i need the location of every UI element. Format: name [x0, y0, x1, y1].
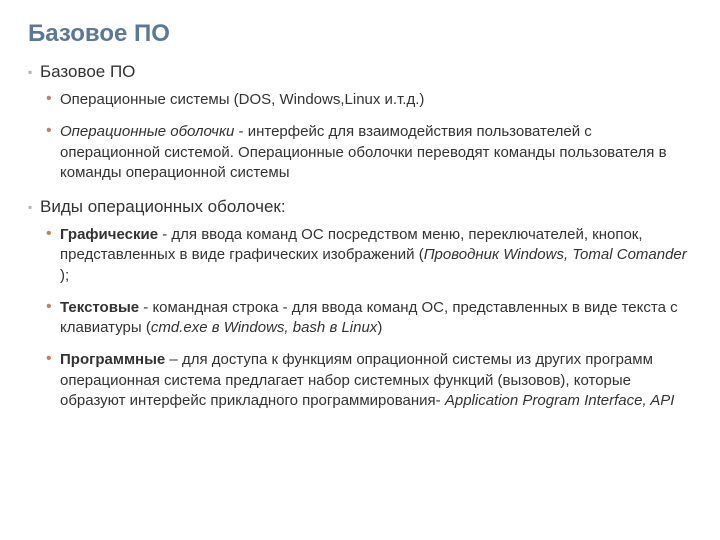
text-italic: Application Program Interface, API — [445, 392, 675, 409]
text: ) — [377, 319, 382, 336]
text-bold: Программные — [60, 351, 165, 368]
list-item: Программные – для доступа к функциям опр… — [46, 350, 692, 411]
text-italic: cmd.exe в Windows, bash в Linux — [151, 319, 377, 336]
heading-shell-types: Виды операционных оболочек: — [28, 197, 692, 217]
list-item: Операционные оболочки - интерфейс для вз… — [46, 122, 692, 183]
text-italic: Операционные оболочки — [60, 123, 234, 140]
list-base-software: Операционные системы (DOS, Windows,Linux… — [46, 90, 692, 183]
list-item: Графические - для ввода команд ОС посред… — [46, 225, 692, 286]
list-shell-types: Графические - для ввода команд ОС посред… — [46, 225, 692, 411]
text-bold: Текстовые — [60, 299, 139, 316]
section-shell-types: Виды операционных оболочек: Графические … — [28, 197, 692, 411]
slide: Базовое ПО Базовое ПО Операционные систе… — [0, 0, 720, 445]
page-title: Базовое ПО — [28, 20, 692, 48]
list-item: Операционные системы (DOS, Windows,Linux… — [46, 90, 692, 110]
heading-base-software: Базовое ПО — [28, 62, 692, 82]
text: ); — [60, 267, 69, 284]
text-bold: Графические — [60, 226, 158, 243]
list-item: Текстовые - командная строка - для ввода… — [46, 298, 692, 339]
section-base-software: Базовое ПО Операционные системы (DOS, Wi… — [28, 62, 692, 183]
text-italic: Проводник Windows, Tomal Comander — [424, 246, 687, 263]
